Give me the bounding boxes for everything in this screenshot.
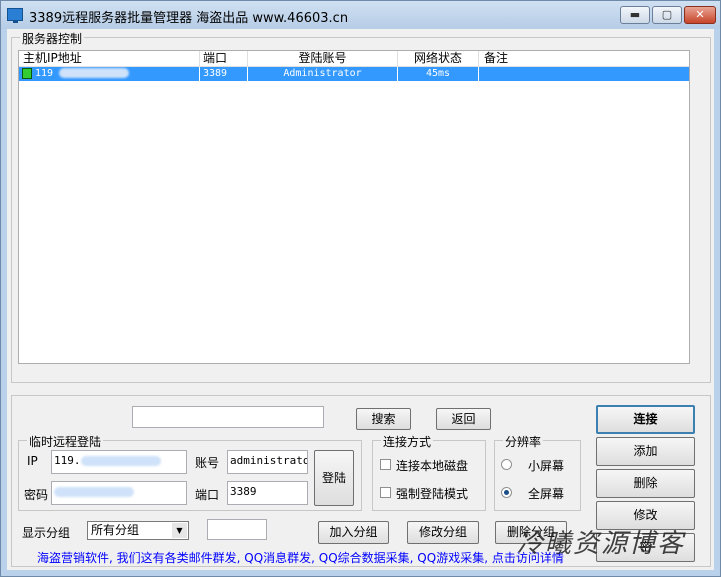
group-select-value: 所有分组 [91,523,140,537]
title-bar[interactable]: 3389远程服务器批量管理器 海盗出品 www.46603.cn ▬ ▢ ✕ [1,1,720,29]
search-input[interactable] [132,406,324,428]
account-label: 账号 [195,456,220,470]
search-button[interactable]: 搜索 [356,408,411,430]
cell-status: 45ms [398,67,479,81]
window-title: 3389远程服务器批量管理器 海盗出品 www.46603.cn [29,11,349,26]
redacted-password [54,487,134,497]
list-header: 主机IP地址 端口 登陆账号 网络状态 备注 [19,51,689,67]
force-login-label[interactable]: 强制登陆模式 [396,485,468,502]
table-row[interactable]: 119 3389 Administrator 45ms [19,67,689,81]
temp-login-label: 临时远程登陆 [27,433,104,450]
full-screen-radio[interactable] [501,487,512,498]
monitor-icon [7,8,23,23]
resolution-label: 分辨率 [503,433,544,450]
ip-field[interactable]: 119. [51,450,187,474]
port-label: 端口 [195,488,220,502]
maximize-button[interactable]: ▢ [652,6,682,24]
redacted-ip [59,68,130,78]
server-control-group: 服务器控制 主机IP地址 端口 登陆账号 网络状态 备注 119 3389 Ad… [11,30,711,383]
cell-ip: 119 [33,67,200,81]
cell-account: Administrator [248,67,398,81]
ip-field-text: 119. [54,454,81,467]
group-name-input[interactable] [207,519,267,540]
col-account[interactable]: 登陆账号 [248,51,398,66]
local-disk-checkbox[interactable] [380,459,391,470]
port-field[interactable]: 3389 [227,481,308,505]
col-note[interactable]: 备注 [479,51,689,66]
back-button[interactable]: 返回 [436,408,491,430]
add-group-button[interactable]: 加入分组 [318,521,389,544]
small-screen-label[interactable]: 小屏幕 [528,457,564,474]
close-button[interactable]: ✕ [684,6,716,24]
cell-port: 3389 [200,67,248,81]
cell-note [479,67,689,81]
full-screen-label[interactable]: 全屏幕 [528,485,564,502]
login-button[interactable]: 登陆 [314,450,354,506]
display-group-label: 显示分组 [22,526,71,540]
minimize-button[interactable]: ▬ [620,6,650,24]
redacted-ip-field [80,456,161,466]
ip-label: IP [27,454,38,468]
delete-button[interactable]: 删除 [596,469,695,498]
col-port[interactable]: 端口 [200,51,248,66]
promo-link[interactable]: 海盗营销软件, 我们这有各类邮件群发, QQ消息群发, QQ综合数据采集, QQ… [37,549,564,566]
edit-group-button[interactable]: 修改分组 [407,521,479,544]
small-screen-radio[interactable] [501,459,512,470]
add-button[interactable]: 添加 [596,437,695,466]
app-window: 3389远程服务器批量管理器 海盗出品 www.46603.cn ▬ ▢ ✕ 服… [0,0,721,577]
col-ip[interactable]: 主机IP地址 [19,51,200,66]
chevron-down-icon[interactable]: ▼ [172,523,187,538]
cell-ip-text: 119 [35,68,54,79]
force-login-checkbox[interactable] [380,487,391,498]
password-label: 密码 [24,488,49,502]
server-control-label: 服务器控制 [20,30,85,47]
group-select[interactable]: 所有分组 ▼ [87,521,189,540]
col-status[interactable]: 网络状态 [398,51,479,66]
client-area: 服务器控制 主机IP地址 端口 登陆账号 网络状态 备注 119 3389 Ad… [7,29,714,570]
local-disk-label[interactable]: 连接本地磁盘 [396,457,468,474]
connect-button[interactable]: 连接 [596,405,695,434]
watermark: 冷曦资源博客 [517,529,686,559]
password-field[interactable] [51,481,187,505]
connect-mode-label: 连接方式 [381,433,434,450]
server-list[interactable]: 主机IP地址 端口 登陆账号 网络状态 备注 119 3389 Administ… [18,50,690,364]
account-field[interactable]: administrator [227,450,308,474]
online-status-icon [22,68,32,79]
